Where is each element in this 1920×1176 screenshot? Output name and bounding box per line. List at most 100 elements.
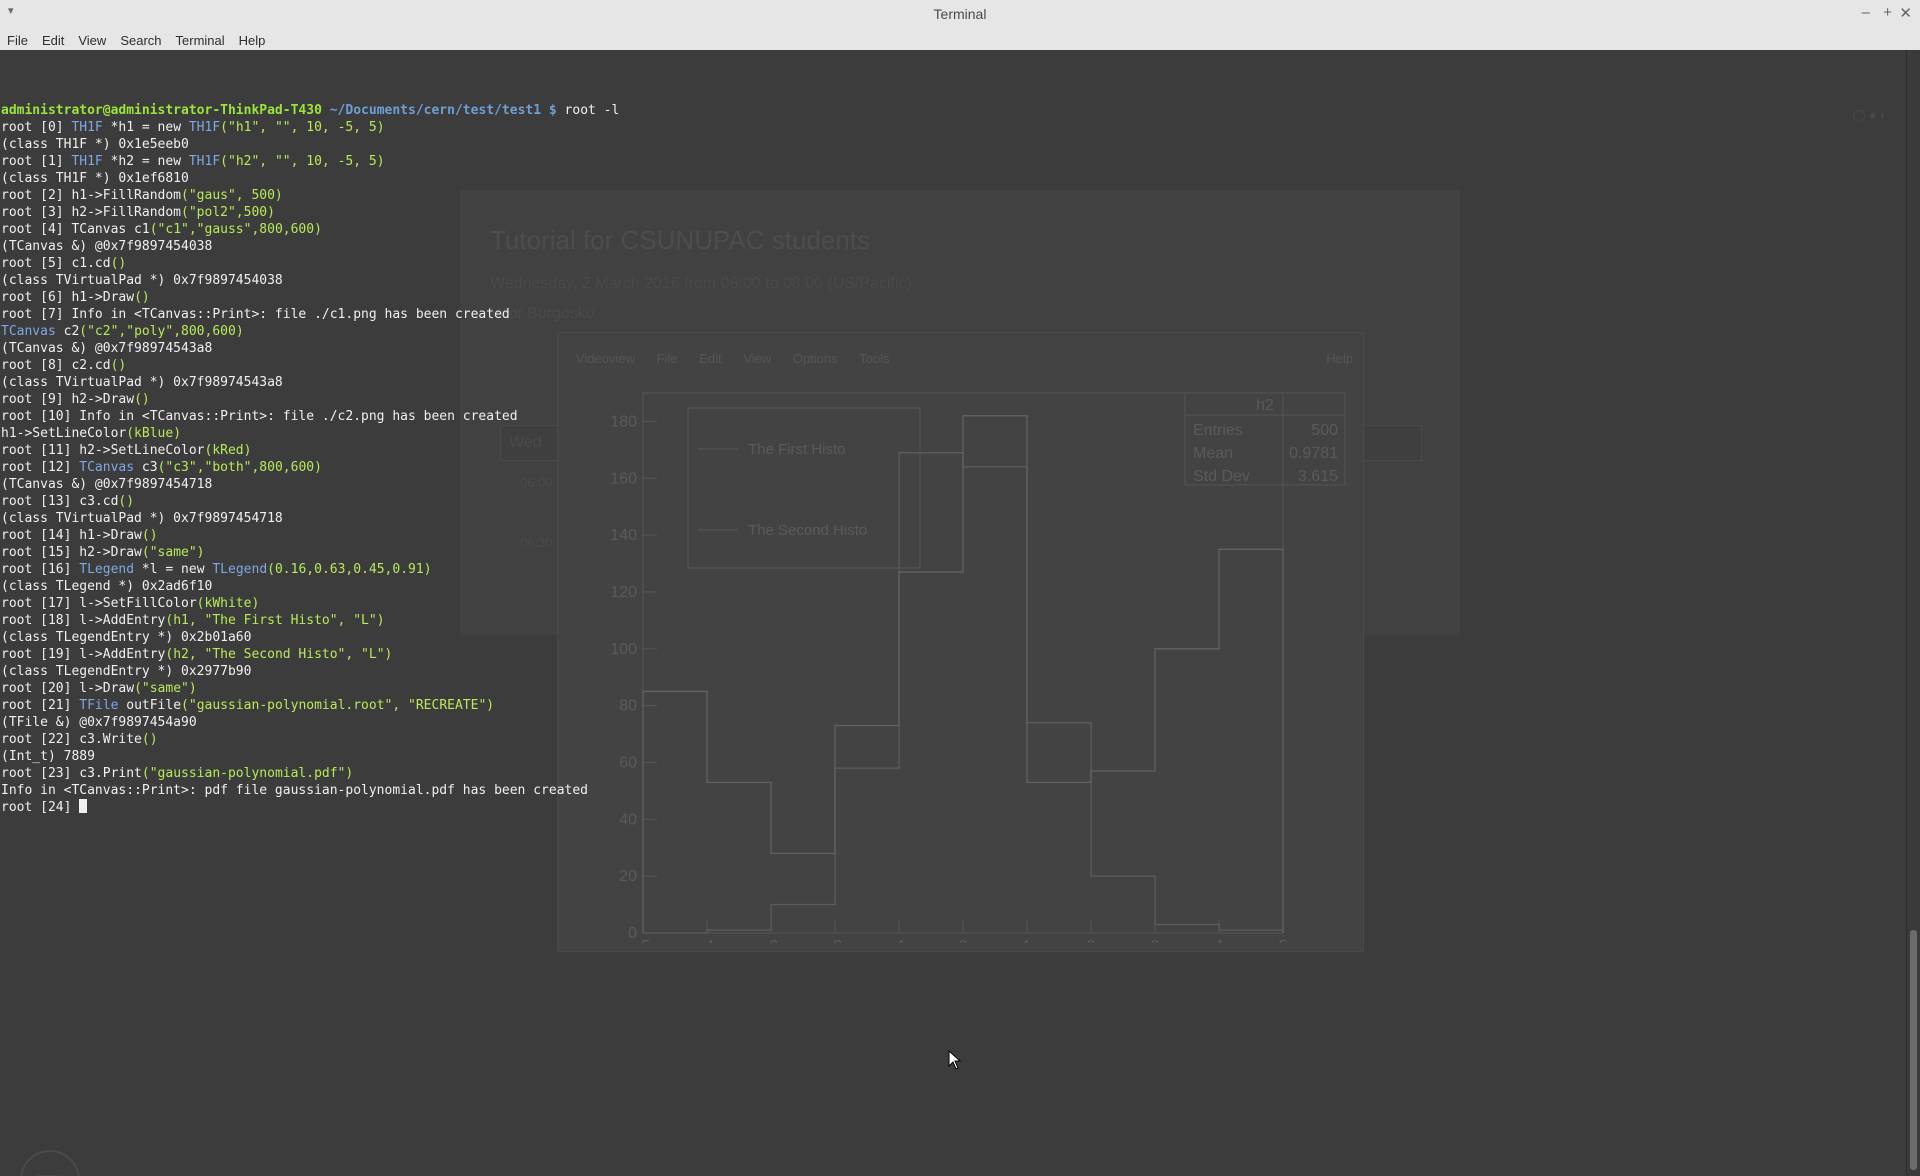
menu-edit[interactable]: Edit [35,30,71,48]
terminal-line: root [16] TLegend *l = new TLegend(0.16,… [1,561,619,578]
terminal-line: root [21] TFile outFile("gaussian-polyno… [1,697,619,714]
terminal-segment: (class TH1F *) 0x1ef6810 [1,171,189,186]
root-menu-item: View [743,351,772,366]
terminal-line: root [3] h2->FillRandom("pol2",500) [1,204,619,221]
terminal-line: root [14] h1->Draw() [1,527,619,544]
terminal-segment: ("c2","poly",800,600) [79,324,244,339]
terminal-segment: TFile [79,698,119,713]
terminal-segment: TCanvas [79,460,135,475]
terminal-segment: root -l [556,103,620,118]
terminal-segment: root [9] h2->Draw [1,392,135,407]
minimize-icon[interactable]: – [1862,4,1870,21]
terminal-segment: root [2] h1->FillRandom [1,188,182,203]
x-tick-label: -1 [892,938,906,943]
stats-label: Mean [1193,445,1233,462]
y-tick-label: 80 [619,698,637,715]
stats-label: Std Dev [1193,468,1250,485]
x-tick-label: -5 [636,938,650,943]
terminal-line: (class TVirtualPad *) 0x7f9897454718 [1,510,619,527]
menu-view[interactable]: View [71,30,113,48]
x-tick-label: 4 [1215,938,1224,943]
terminal-line: (class TLegendEntry *) 0x2b01a60 [1,629,619,646]
terminal-segment: ("gaus", 500) [181,188,283,203]
stats-value: 3.615 [1298,468,1338,485]
terminal-area[interactable]: Tutorial for CSUNUPAC students Wednesday… [0,50,1907,1176]
terminal-line: root [4] TCanvas c1("c1","gauss",800,600… [1,221,619,238]
y-tick-label: 60 [619,754,637,771]
menu-file[interactable]: File [0,30,35,48]
terminal-line: root [11] h2->SetLineColor(kRed) [1,442,619,459]
mouse-cursor-icon [948,1050,962,1070]
scrollbar-thumb[interactable] [1910,930,1917,1170]
terminal-line: root [8] c2.cd() [1,357,619,374]
terminal-segment: (h1, "The First Histo", "L") [165,613,385,628]
terminal-segment: ("h1", "", 10, -5, 5) [220,120,385,135]
terminal-line: (class TH1F *) 0x1ef6810 [1,170,619,187]
menu-help[interactable]: Help [232,30,273,48]
y-tick-label: 40 [619,811,637,828]
terminal-line: root [24] [1,799,619,816]
terminal-line: root [12] TCanvas c3("c3","both",800,600… [1,459,619,476]
menu-search[interactable]: Search [113,30,168,48]
terminal-segment: ("gaussian-polynomial.pdf") [141,766,354,781]
x-tick-label: -4 [700,938,714,943]
terminal-scrollbar[interactable] [1906,50,1920,1176]
terminal-segment: (TCanvas &) @0x7f9897454038 [1,239,213,254]
terminal-segment: root [7] Info in <TCanvas::Print>: file … [1,307,510,322]
histogram-series-2 [642,415,1284,933]
root-canvas-menu: Videoview File Edit View Options Tools H… [558,351,1363,371]
terminal-segment: TLegend [212,562,268,577]
terminal-segment: administrator@administrator-ThinkPad-T43… [1,103,322,118]
chart-axes: -5-4-3-2-1012345020406080100120140160180 [610,392,1288,943]
legend-entry-second: The Second Histo [748,522,867,539]
histogram-chart: -5-4-3-2-1012345020406080100120140160180… [610,392,1346,943]
window-title: Terminal [933,6,987,22]
root-menu-help: Help [1326,351,1353,366]
terminal-segment: root [13] c3.cd [1,494,119,509]
terminal-segment: root [17] l->SetFillColor [1,596,197,611]
terminal-segment: *l = new [134,562,213,577]
terminal-line: TCanvas c2("c2","poly",800,600) [1,323,619,340]
terminal-segment: TCanvas [1,324,56,339]
terminal-segment: (class TVirtualPad *) 0x7f9897454718 [1,511,283,526]
x-tick-label: -3 [764,938,778,943]
terminal-segment: ("gaussian-polynomial.root", "RECREATE") [181,698,495,713]
x-tick-label: 5 [1279,938,1288,943]
chart-marks [642,415,1284,934]
terminal-segment: root [6] h1->Draw [1,290,135,305]
legend-frame [687,407,921,569]
close-icon[interactable]: ✕ [1899,4,1912,22]
stats-title: h2 [1256,397,1274,414]
root-canvas-window: Videoview File Edit View Options Tools H… [557,332,1364,952]
terminal-segment: root [21] [1,698,80,713]
terminal-segment: root [14] h1->Draw [1,528,142,543]
x-tick-label: 1 [1023,938,1032,943]
x-tick-label: 2 [1087,938,1096,943]
terminal-segment: (kBlue) [126,426,182,441]
terminal-line: root [9] h2->Draw() [1,391,619,408]
stats-label: Entries [1193,422,1243,439]
terminal-segment: (class TVirtualPad *) 0x7f9897454038 [1,273,283,288]
terminal-line: (Int_t) 7889 [1,748,619,765]
terminal-segment: ("pol2",500) [181,205,275,220]
terminal-line: root [22] c3.Write() [1,731,619,748]
maximize-icon[interactable]: + [1883,4,1892,21]
terminal-segment: ("same") [134,681,197,696]
y-tick-label: 20 [619,868,637,885]
terminal-line: (class TLegend *) 0x2ad6f10 [1,578,619,595]
terminal-segment: (kRed) [204,443,252,458]
terminal-segment: ("c1","gauss",800,600) [149,222,322,237]
terminal-segment: ("c3","both",800,600) [157,460,322,475]
menu-terminal[interactable]: Terminal [169,30,232,48]
terminal-segment: TH1F [188,120,221,135]
terminal-segment: root [8] c2.cd [1,358,111,373]
root-menu-item: Tools [859,351,890,366]
x-tick-label: -2 [828,938,842,943]
terminal-segment: Info in <TCanvas::Print>: pdf file gauss… [1,783,588,798]
terminal-line: (TCanvas &) @0x7f9897454718 [1,476,619,493]
stats-box: h2 Entries 500 Mean 0.9781 Std Dev 3.615 [1184,392,1346,486]
terminal-segment: (class TVirtualPad *) 0x7f98974543a8 [1,375,283,390]
terminal-segment: () [141,528,158,543]
terminal-line: (class TVirtualPad *) 0x7f9897454038 [1,272,619,289]
terminal-segment: (TFile &) @0x7f9897454a90 [1,715,197,730]
